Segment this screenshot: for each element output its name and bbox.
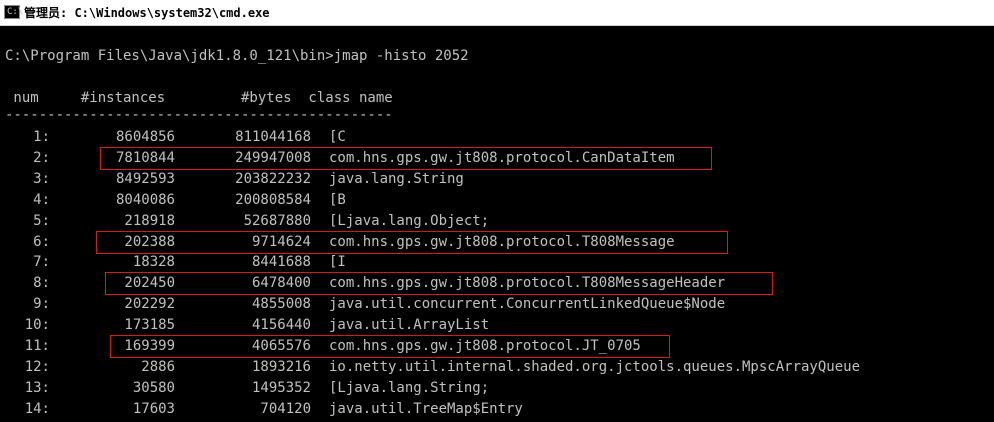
cmd-app-icon[interactable]: C:\ bbox=[4, 5, 24, 19]
row-bytes: 203822232 bbox=[235, 171, 311, 187]
row-num: 6: bbox=[33, 234, 50, 250]
window-title: 管理员: C:\Windows\system32\cmd.exe bbox=[24, 6, 270, 20]
row-num: 12: bbox=[24, 359, 50, 375]
command-line: C:\Program Files\Java\jdk1.8.0_121\bin>j… bbox=[5, 48, 469, 64]
row-instances: 30580 bbox=[132, 380, 175, 396]
row-bytes: 704120 bbox=[260, 401, 311, 417]
row-num: 7: bbox=[33, 254, 50, 270]
table-separator: ----------------------------------------… bbox=[5, 107, 393, 123]
row-instances: 218918 bbox=[124, 213, 175, 229]
row-bytes: 811044168 bbox=[235, 129, 311, 145]
highlight-box bbox=[100, 147, 712, 170]
row-class-name: [C bbox=[329, 129, 346, 145]
row-bytes: 8441688 bbox=[251, 254, 311, 270]
row-num: 2: bbox=[33, 150, 50, 166]
row-num: 8: bbox=[33, 275, 50, 291]
row-num: 11: bbox=[24, 338, 50, 354]
row-class-name: java.util.TreeMap$Entry bbox=[329, 401, 523, 417]
title-bar[interactable]: C:\ 管理员: C:\Windows\system32\cmd.exe bbox=[0, 0, 994, 26]
row-bytes: 4156440 bbox=[251, 317, 311, 333]
console-output[interactable]: C:\Program Files\Java\jdk1.8.0_121\bin>j… bbox=[0, 26, 994, 422]
row-class-name: [I bbox=[329, 254, 346, 270]
cmd-app-icon-label: C:\ bbox=[7, 7, 24, 17]
row-instances: 18328 bbox=[132, 254, 175, 270]
row-num: 5: bbox=[33, 213, 50, 229]
row-num: 4: bbox=[33, 192, 50, 208]
row-instances: 17603 bbox=[132, 401, 175, 417]
row-num: 14: bbox=[24, 401, 50, 417]
row-num: 9: bbox=[33, 296, 50, 312]
row-num: 3: bbox=[33, 171, 50, 187]
row-class-name: java.util.ArrayList bbox=[329, 317, 490, 333]
row-class-name: [Ljava.lang.String; bbox=[329, 380, 490, 396]
row-instances: 8040086 bbox=[115, 192, 175, 208]
row-bytes: 1495352 bbox=[251, 380, 311, 396]
highlight-box bbox=[110, 335, 670, 358]
row-bytes: 200808584 bbox=[235, 192, 311, 208]
row-class-name: [B bbox=[329, 192, 346, 208]
row-class-name: java.lang.String bbox=[329, 171, 464, 187]
row-instances: 8492593 bbox=[115, 171, 175, 187]
row-instances: 8604856 bbox=[115, 129, 175, 145]
row-bytes: 52687880 bbox=[243, 213, 311, 229]
row-num: 10: bbox=[24, 317, 50, 333]
row-bytes: 4855008 bbox=[251, 296, 311, 312]
row-instances: 2886 bbox=[141, 359, 175, 375]
row-num: 1: bbox=[33, 129, 50, 145]
highlight-box bbox=[96, 231, 728, 254]
row-num: 13: bbox=[24, 380, 50, 396]
row-class-name: io.netty.util.internal.shaded.org.jctool… bbox=[329, 359, 861, 375]
row-bytes: 1893216 bbox=[251, 359, 311, 375]
row-instances: 173185 bbox=[124, 317, 175, 333]
row-class-name: java.util.concurrent.ConcurrentLinkedQue… bbox=[329, 296, 726, 312]
row-instances: 202292 bbox=[124, 296, 175, 312]
row-class-name: [Ljava.lang.Object; bbox=[329, 213, 490, 229]
highlight-box bbox=[105, 272, 773, 295]
